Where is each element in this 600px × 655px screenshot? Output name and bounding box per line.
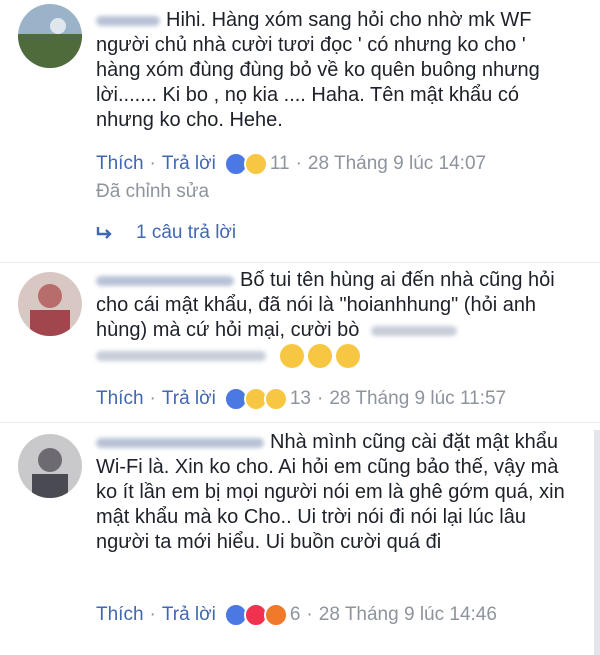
divider <box>0 262 600 263</box>
separator-dot: · <box>149 604 156 625</box>
replies-count[interactable]: 1 câu trả lời <box>136 222 236 244</box>
angry-icon <box>263 603 288 627</box>
like-button[interactable]: Thích <box>96 153 144 175</box>
reaction-summary[interactable] <box>223 603 288 627</box>
laughing-emoji <box>307 343 332 368</box>
separator-dot: · <box>149 153 156 174</box>
laughing-emoji <box>335 343 360 368</box>
timestamp[interactable]: 28 Tháng 9 lúc 14:46 <box>319 604 497 626</box>
laughing-emoji-group <box>279 343 364 368</box>
separator-dot: · <box>295 153 302 174</box>
wow-icon <box>263 387 288 411</box>
reaction-count: 11 <box>269 153 290 174</box>
avatar[interactable] <box>18 434 82 498</box>
reaction-count: 6 <box>289 604 301 625</box>
avatar[interactable] <box>18 4 82 68</box>
view-replies-link[interactable]: 1 câu trả lời <box>96 222 236 244</box>
separator-dot: · <box>149 388 156 409</box>
edited-label: Đã chỉnh sửa <box>96 181 210 202</box>
comment-text: Bố tui tên hùng ai đến nhà cũng hỏi cho … <box>96 268 566 368</box>
comment-actions: Thích · Trả lời 11 · 28 Tháng 9 lúc 14:0… <box>96 152 486 176</box>
comment-actions: Thích · Trả lời 13 · 28 Tháng 9 lúc 11:5… <box>96 387 506 411</box>
comment-body: Hihi. Hàng xóm sang hỏi cho nhờ mk WF ng… <box>96 9 540 131</box>
like-button[interactable]: Thích <box>96 604 144 626</box>
comment-body: Nhà mình cũng cài đặt mật khẩu Wi-Fi là.… <box>96 431 565 553</box>
reply-button[interactable]: Trả lời <box>162 153 216 175</box>
reaction-summary[interactable] <box>223 387 288 411</box>
laughing-emoji <box>279 343 304 368</box>
comment-text: Nhà mình cũng cài đặt mật khẩu Wi-Fi là.… <box>96 430 566 555</box>
like-button[interactable]: Thích <box>96 388 144 410</box>
author-name[interactable] <box>96 275 234 286</box>
reaction-summary[interactable] <box>223 152 268 176</box>
avatar[interactable] <box>18 272 82 336</box>
reply-arrow-icon <box>96 227 112 239</box>
scrollbar[interactable] <box>594 430 600 655</box>
reaction-count: 13 <box>289 388 311 409</box>
comment-text: Hihi. Hàng xóm sang hỏi cho nhờ mk WF ng… <box>96 8 566 133</box>
separator-dot: · <box>316 388 324 409</box>
timestamp[interactable]: 28 Tháng 9 lúc 14:07 <box>308 153 486 175</box>
author-name[interactable] <box>96 15 160 26</box>
mention-tag[interactable] <box>96 350 266 361</box>
reply-button[interactable]: Trả lời <box>162 604 216 626</box>
divider <box>0 422 600 423</box>
haha-icon <box>243 152 268 176</box>
mention-tag[interactable] <box>370 325 457 336</box>
timestamp[interactable]: 28 Tháng 9 lúc 11:57 <box>329 388 506 410</box>
author-name[interactable] <box>96 437 264 448</box>
reply-button[interactable]: Trả lời <box>162 388 216 410</box>
separator-dot: · <box>306 604 313 625</box>
comment-actions: Thích · Trả lời 6 · 28 Tháng 9 lúc 14:46 <box>96 603 497 627</box>
